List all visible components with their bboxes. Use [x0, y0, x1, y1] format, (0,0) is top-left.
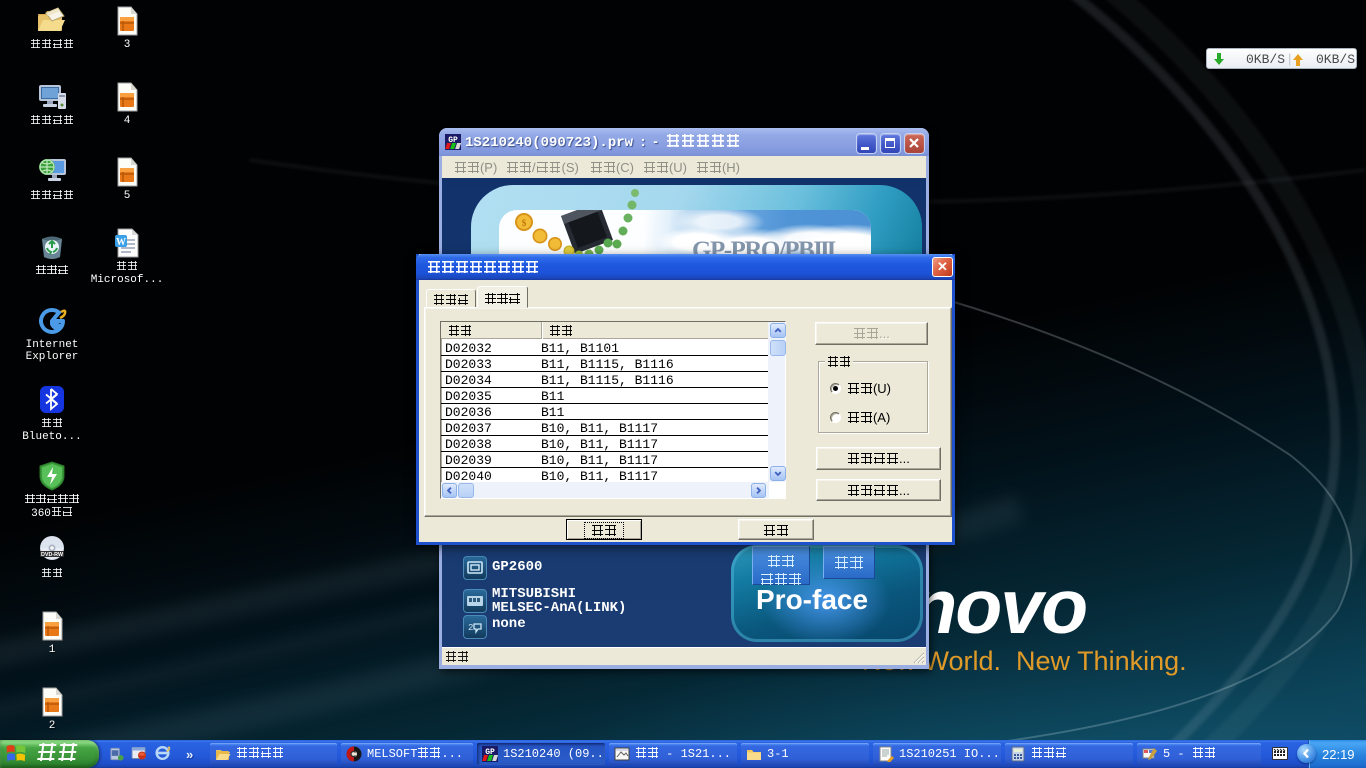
svg-text:W: W	[116, 237, 126, 248]
svg-text:2: 2	[468, 623, 473, 633]
svg-text:DVD-RW: DVD-RW	[41, 552, 64, 558]
